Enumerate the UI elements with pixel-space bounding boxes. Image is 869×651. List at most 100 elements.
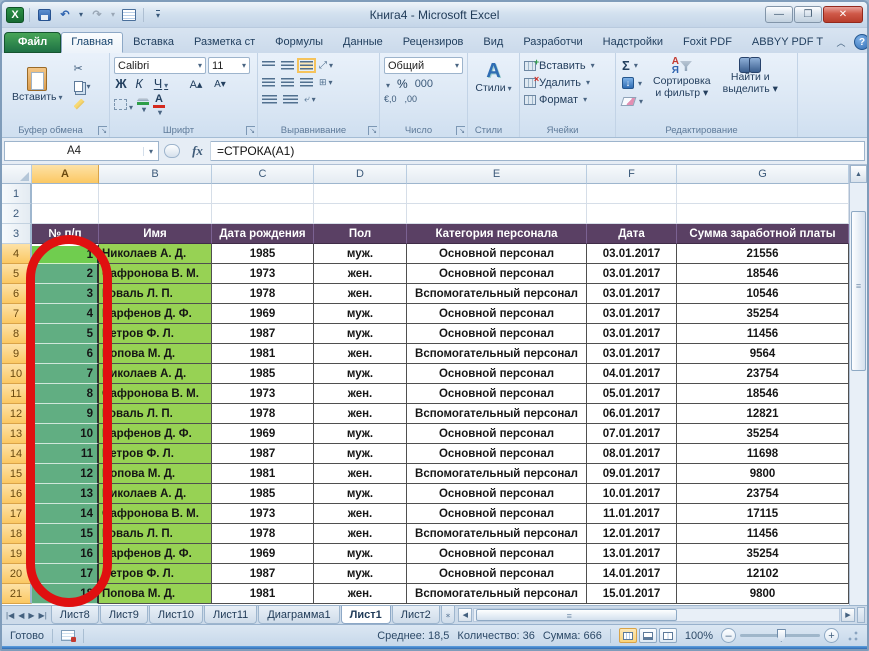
cell-B5[interactable]: Сафронова В. М. xyxy=(99,264,212,284)
name-box-dropdown[interactable]: ▾ xyxy=(143,146,158,156)
row-header-1[interactable]: 1 xyxy=(2,184,32,204)
restore-button[interactable]: ❐ xyxy=(794,6,822,23)
cell-E13[interactable]: Основной персонал xyxy=(407,424,587,444)
cell-D17[interactable]: жен. xyxy=(314,504,407,524)
table-view-button[interactable] xyxy=(120,6,138,23)
cell-C14[interactable]: 1987 xyxy=(212,444,314,464)
cell-G9[interactable]: 9564 xyxy=(677,344,849,364)
cell-E2[interactable] xyxy=(407,204,587,224)
cell-G7[interactable]: 35254 xyxy=(677,304,849,324)
cell-B20[interactable]: Петров Ф. Л. xyxy=(99,564,212,584)
save-button[interactable] xyxy=(35,6,53,23)
bold-button[interactable]: Ж xyxy=(114,77,128,91)
find-select-button[interactable]: Найти и выделить ▾ xyxy=(719,57,782,122)
undo-button[interactable]: ↶ xyxy=(56,6,74,23)
cell-C12[interactable]: 1978 xyxy=(212,404,314,424)
cell-D16[interactable]: муж. xyxy=(314,484,407,504)
cell-E14[interactable]: Основной персонал xyxy=(407,444,587,464)
sort-filter-button[interactable]: АЯ Сортировка и фильтр ▾ xyxy=(649,57,715,122)
cell-E1[interactable] xyxy=(407,184,587,204)
cell-F12[interactable]: 06.01.2017 xyxy=(587,404,677,424)
cell-B7[interactable]: Парфенов Д. Ф. xyxy=(99,304,212,324)
customize-qat-button[interactable]: ▾ xyxy=(149,6,167,23)
italic-button[interactable]: К xyxy=(132,77,146,91)
column-header-F[interactable]: F xyxy=(587,165,677,184)
ribbon-tab-разметка-ст[interactable]: Разметка ст xyxy=(184,32,265,53)
alignment-dialog-launcher[interactable]: ↘ xyxy=(368,126,377,135)
zoom-level[interactable]: 100% xyxy=(685,630,713,642)
cell-D2[interactable] xyxy=(314,204,407,224)
cell-C11[interactable]: 1973 xyxy=(212,384,314,404)
cell-A17[interactable]: 14 xyxy=(32,504,99,524)
horizontal-scroll-thumb[interactable] xyxy=(476,609,677,621)
cell-A11[interactable]: 8 xyxy=(32,384,99,404)
table-header-cell[interactable]: Сумма заработной платы xyxy=(677,224,849,244)
cell-G20[interactable]: 12102 xyxy=(677,564,849,584)
cell-A1[interactable] xyxy=(32,184,99,204)
wrap-text-button[interactable]: ⤶ xyxy=(304,94,316,105)
ribbon-tab-главная[interactable]: Главная xyxy=(61,32,124,53)
percent-style-button[interactable]: % xyxy=(397,77,408,91)
cell-G18[interactable]: 11456 xyxy=(677,524,849,544)
row-header-12[interactable]: 12 xyxy=(2,404,32,424)
insert-cells-button[interactable]: + Вставить xyxy=(524,57,611,74)
cell-A4[interactable]: 1 xyxy=(32,244,99,264)
accounting-format-button[interactable] xyxy=(384,77,390,91)
sheet-tab-лист10[interactable]: Лист10 xyxy=(148,606,203,624)
cell-C18[interactable]: 1978 xyxy=(212,524,314,544)
cell-E7[interactable]: Основной персонал xyxy=(407,304,587,324)
cell-F6[interactable]: 03.01.2017 xyxy=(587,284,677,304)
cell-F5[interactable]: 03.01.2017 xyxy=(587,264,677,284)
cell-F10[interactable]: 04.01.2017 xyxy=(587,364,677,384)
font-size-combo[interactable]: 11 xyxy=(208,57,250,74)
ribbon-tab-abbyy-pdf-t[interactable]: ABBYY PDF T xyxy=(742,32,833,53)
cell-D8[interactable]: муж. xyxy=(314,324,407,344)
cell-E6[interactable]: Вспомогательный персонал xyxy=(407,284,587,304)
cell-C16[interactable]: 1985 xyxy=(212,484,314,504)
zoom-in-button[interactable]: + xyxy=(824,628,839,643)
cell-E8[interactable]: Основной персонал xyxy=(407,324,587,344)
cell-F13[interactable]: 07.01.2017 xyxy=(587,424,677,444)
cell-F16[interactable]: 10.01.2017 xyxy=(587,484,677,504)
cell-B8[interactable]: Петров Ф. Л. xyxy=(99,324,212,344)
sheet-tab-диаграмма1[interactable]: Диаграмма1 xyxy=(258,606,340,624)
fill-button[interactable]: ↓ xyxy=(620,75,645,91)
name-box[interactable]: A4 ▾ xyxy=(4,141,159,161)
sheet-tab-лист9[interactable]: Лист9 xyxy=(99,606,148,624)
cell-A10[interactable]: 7 xyxy=(32,364,99,384)
cell-B10[interactable]: Николаев А. Д. xyxy=(99,364,212,384)
cell-A19[interactable]: 16 xyxy=(32,544,99,564)
cell-B4[interactable]: Николаев А. Д. xyxy=(99,244,212,264)
cell-E4[interactable]: Основной персонал xyxy=(407,244,587,264)
row-header-9[interactable]: 9 xyxy=(2,344,32,364)
cell-C6[interactable]: 1978 xyxy=(212,284,314,304)
cell-E15[interactable]: Вспомогательный персонал xyxy=(407,464,587,484)
cell-G17[interactable]: 17115 xyxy=(677,504,849,524)
row-header-13[interactable]: 13 xyxy=(2,424,32,444)
row-header-19[interactable]: 19 xyxy=(2,544,32,564)
column-header-C[interactable]: C xyxy=(212,165,314,184)
vertical-scroll-track[interactable] xyxy=(850,183,867,605)
grow-font-button[interactable]: А▴ xyxy=(186,78,206,91)
number-format-combo[interactable]: Общий xyxy=(384,57,463,74)
cell-A18[interactable]: 15 xyxy=(32,524,99,544)
ribbon-tab-вид[interactable]: Вид xyxy=(473,32,513,53)
cell-D18[interactable]: жен. xyxy=(314,524,407,544)
horizontal-scrollbar[interactable]: ◀ ▶ xyxy=(458,607,855,623)
sheet-nav-0[interactable]: |◀ xyxy=(5,611,15,620)
ribbon-tab-разработчи[interactable]: Разработчи xyxy=(513,32,592,53)
table-header-cell[interactable]: Имя xyxy=(99,224,212,244)
cell-A16[interactable]: 13 xyxy=(32,484,99,504)
font-name-combo[interactable]: Calibri xyxy=(114,57,206,74)
cell-G12[interactable]: 12821 xyxy=(677,404,849,424)
cell-C1[interactable] xyxy=(212,184,314,204)
cell-G16[interactable]: 23754 xyxy=(677,484,849,504)
sheet-nav-2[interactable]: ▶ xyxy=(27,611,35,620)
cell-A12[interactable]: 9 xyxy=(32,404,99,424)
cell-A8[interactable]: 5 xyxy=(32,324,99,344)
ribbon-tab-данные[interactable]: Данные xyxy=(333,32,393,53)
sheet-nav-1[interactable]: ◀ xyxy=(17,611,25,620)
row-header-17[interactable]: 17 xyxy=(2,504,32,524)
cell-F20[interactable]: 14.01.2017 xyxy=(587,564,677,584)
autosum-button[interactable]: Σ xyxy=(620,57,645,73)
